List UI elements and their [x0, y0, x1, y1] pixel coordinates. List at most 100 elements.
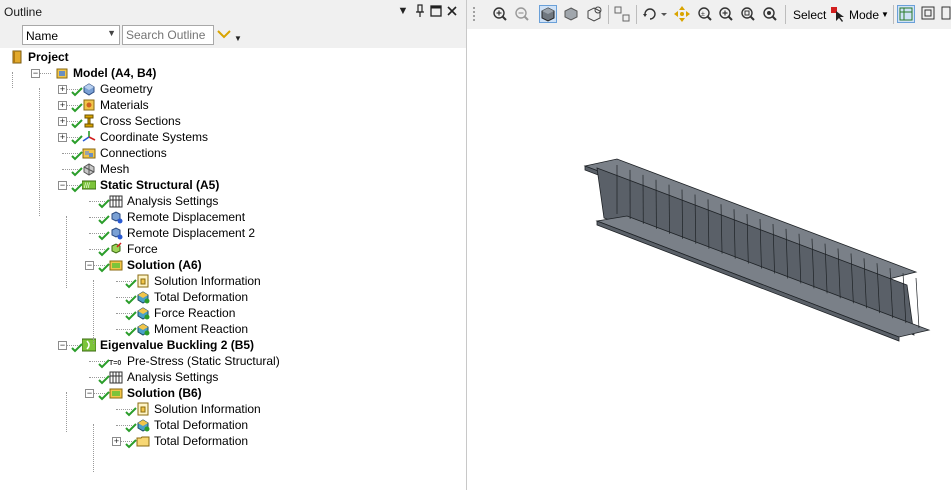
zoom-fit-icon[interactable]	[739, 5, 757, 23]
solution-information-icon	[136, 274, 150, 288]
tree-item[interactable]: Analysis Settings	[109, 193, 460, 209]
expand-icon[interactable]: +	[58, 117, 67, 126]
solid-view-icon[interactable]	[539, 5, 557, 23]
tree-item[interactable]: Solution Information	[136, 273, 460, 289]
zoom-to-fit-icon[interactable]	[761, 5, 779, 23]
tree-item-label: Remote Displacement 2	[127, 226, 256, 240]
tree-item[interactable]: Total Deformation	[136, 433, 460, 449]
rotate-icon[interactable]	[641, 5, 667, 23]
tree-item-label: Total Deformation	[154, 418, 249, 432]
wireframe-view-icon[interactable]	[585, 5, 603, 23]
expand-icon[interactable]: +	[58, 85, 67, 94]
tree-item[interactable]: /// Static Structural (A5)	[81, 177, 460, 193]
folder-icon	[136, 434, 150, 448]
drag-handle-icon[interactable]	[471, 5, 489, 23]
tree-item[interactable]: Remote Displacement 2	[109, 225, 460, 241]
dropdown-arrow-icon[interactable]: ▼	[396, 4, 410, 18]
collapse-icon[interactable]: −	[58, 181, 67, 190]
shaded-view-icon[interactable]	[563, 5, 581, 23]
zoom-out-icon[interactable]	[513, 5, 531, 23]
stiffener-edge	[915, 277, 920, 329]
tree-item[interactable]: Analysis Settings	[109, 369, 460, 385]
remote-displacement-icon	[109, 226, 123, 240]
zoom-in-icon[interactable]	[491, 5, 509, 23]
tree-item[interactable]: Solution (A6)	[109, 257, 460, 273]
filter-dropdown-icon[interactable]: ▼	[234, 34, 242, 43]
select-label[interactable]: Select	[793, 8, 826, 22]
tree-item[interactable]: Coordinate Systems	[82, 129, 460, 145]
mode-dropdown-icon[interactable]: ▼	[881, 10, 889, 19]
tree-item-label: Cross Sections	[100, 114, 181, 128]
tree-guide-line	[12, 72, 13, 88]
tree-item[interactable]: Moment Reaction	[136, 321, 460, 337]
tree-item[interactable]: Materials	[82, 97, 460, 113]
vertex-select-icon[interactable]	[941, 5, 951, 23]
mesh-icon	[82, 162, 96, 176]
tree-item-label: Mesh	[100, 162, 130, 176]
tree-item-label: Materials	[100, 98, 149, 112]
close-icon[interactable]	[445, 4, 459, 18]
tree-item[interactable]: T=0 Pre-Stress (Static Structural)	[109, 353, 460, 369]
tree-item-label: Analysis Settings	[127, 194, 219, 208]
i-beam-model[interactable]	[467, 29, 951, 490]
tree-guide-line	[93, 280, 94, 344]
tree-item[interactable]: Total Deformation	[136, 289, 460, 305]
tree-item[interactable]: Connections	[82, 145, 460, 161]
collapse-icon[interactable]: −	[85, 261, 94, 270]
project-icon	[10, 50, 24, 64]
result-icon	[136, 322, 150, 336]
tree-item[interactable]: Model (A4, B4)	[55, 65, 460, 81]
tree-item[interactable]: Geometry	[82, 81, 460, 97]
tree-item[interactable]: Project	[10, 49, 442, 65]
model-icon	[55, 66, 69, 80]
select-cursor-icon[interactable]	[830, 5, 848, 23]
tree-item[interactable]: Solution Information	[136, 401, 460, 417]
tree-item-label: Solution Information	[154, 402, 261, 416]
result-icon	[136, 306, 150, 320]
tree-item-label: Coordinate Systems	[100, 130, 209, 144]
solution-icon	[109, 386, 123, 400]
tree-item-label: Analysis Settings	[127, 370, 219, 384]
graphics-viewport[interactable]: ± Select Mode ▼	[467, 0, 951, 490]
pre-stress-icon: T=0	[109, 354, 123, 368]
tree-item-label: Force	[127, 242, 158, 256]
filter-type-select[interactable]: Name ▼	[22, 25, 120, 45]
face-select-icon[interactable]	[897, 5, 915, 23]
remote-displacement-icon	[109, 210, 123, 224]
zoom-icon[interactable]: ±	[696, 5, 714, 23]
force-icon	[109, 242, 123, 256]
fit-icon[interactable]	[613, 5, 631, 23]
box-zoom-icon[interactable]	[717, 5, 735, 23]
expand-icon[interactable]: +	[58, 133, 67, 142]
tree-item-label: Connections	[100, 146, 167, 160]
toolbar-separator	[636, 5, 637, 24]
tree-item-label: Solution (A6)	[127, 258, 202, 272]
tree-item[interactable]: Mesh	[82, 161, 460, 177]
tree-item[interactable]: Remote Displacement	[109, 209, 460, 225]
tree-item-label: Solution Information	[154, 274, 261, 288]
pin-icon[interactable]	[413, 4, 427, 18]
tree-item[interactable]: Force Reaction	[136, 305, 460, 321]
tree-item[interactable]: Solution (B6)	[109, 385, 460, 401]
tree-item[interactable]: Eigenvalue Buckling 2 (B5)	[81, 337, 460, 353]
mode-label[interactable]: Mode	[849, 8, 879, 22]
collapse-icon[interactable]: −	[58, 341, 67, 350]
tree-item-label: Solution (B6)	[127, 386, 202, 400]
maximize-icon[interactable]	[429, 4, 443, 18]
search-outline-input[interactable]	[122, 25, 214, 45]
expand-icon[interactable]: +	[112, 437, 121, 446]
cross-sections-icon	[82, 114, 96, 128]
collapse-icon[interactable]: −	[31, 69, 40, 78]
collapse-icon[interactable]: −	[85, 389, 94, 398]
tree-item-label: Geometry	[100, 82, 153, 96]
outline-header: Outline ▼	[0, 0, 466, 24]
tree-guide-line	[93, 424, 94, 472]
body-select-icon[interactable]	[920, 5, 938, 23]
pan-icon[interactable]	[673, 5, 691, 23]
coordinate-systems-icon	[82, 130, 96, 144]
expand-icon[interactable]: +	[58, 101, 67, 110]
filter-expand-icon[interactable]	[216, 27, 231, 41]
tree-item[interactable]: Force	[109, 241, 460, 257]
tree-item[interactable]: Total Deformation	[136, 417, 460, 433]
tree-item[interactable]: Cross Sections	[82, 113, 460, 129]
